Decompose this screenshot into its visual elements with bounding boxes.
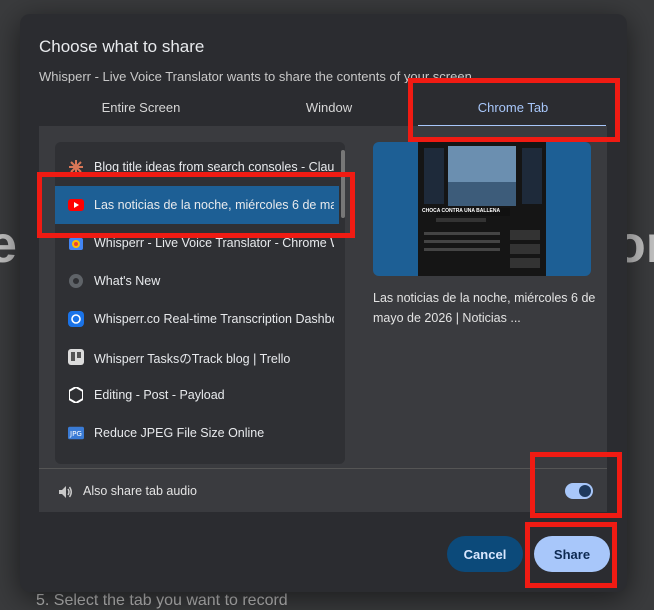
tab-chrome-tab[interactable]: Chrome Tab	[419, 100, 607, 124]
payload-icon	[68, 387, 84, 403]
dialog-subtitle: Whisperr - Live Voice Translator wants t…	[39, 69, 472, 83]
preview-caption: Las noticias de la noche, miércoles 6 de…	[373, 291, 596, 325]
list-scrollbar-thumb[interactable]	[341, 150, 345, 218]
audio-row: Also share tab audio	[39, 472, 607, 512]
list-item-label: Whisperr.co Real-time Transcription Dash…	[94, 312, 334, 326]
preview-thumbnail: CHOCA CONTRA UNA BALLENA	[418, 142, 546, 276]
chrome-icon	[68, 273, 84, 289]
svg-text:JPG: JPG	[69, 429, 82, 438]
list-item-label: Whisperr TasksのTrack blog | Trello	[94, 351, 291, 366]
list-item[interactable]: Whisperr TasksのTrack blog | Trello	[55, 338, 339, 376]
list-item[interactable]: Whisperr - Live Voice Translator - Chrom…	[55, 224, 339, 262]
audio-label: Also share tab audio	[83, 484, 197, 498]
dialog-title: Choose what to share	[39, 37, 205, 56]
background-heading-left: e	[0, 216, 17, 274]
list-item[interactable]: Whisperr.co Real-time Transcription Dash…	[55, 300, 339, 338]
list-item[interactable]: Blog title ideas from search consoles - …	[55, 148, 339, 186]
tab-window[interactable]: Window	[243, 100, 415, 124]
preview-banner: CHOCA CONTRA UNA BALLENA	[422, 208, 501, 214]
list-item-label: Las noticias de la noche, miércoles 6 de…	[94, 198, 334, 212]
share-dialog: Choose what to share Whisperr - Live Voi…	[20, 14, 627, 592]
list-item-label: Editing - Post - Payload	[94, 388, 225, 402]
speaker-icon	[57, 484, 73, 505]
chrome-web-store-icon	[68, 235, 84, 251]
claude-icon	[68, 159, 84, 175]
whisperr-icon	[68, 311, 84, 327]
toggle-knob	[579, 485, 591, 497]
list-item-label: Blog title ideas from search consoles - …	[94, 160, 334, 174]
cancel-button[interactable]: Cancel	[447, 536, 523, 572]
list-item-label: Reduce JPEG File Size Online	[94, 426, 265, 440]
source-tabs: Entire Screen Window Chrome Tab	[39, 100, 607, 124]
tab-entire-screen[interactable]: Entire Screen	[39, 100, 243, 124]
list-item-label: What's New	[94, 274, 161, 288]
list-item[interactable]: Editing - Post - Payload	[55, 376, 339, 414]
tab-list[interactable]: Blog title ideas from search consoles - …	[55, 142, 345, 464]
youtube-icon	[68, 197, 84, 213]
share-button[interactable]: Share	[534, 536, 610, 572]
list-item-label: Whisperr - Live Voice Translator - Chrom…	[94, 236, 334, 250]
jpeg-icon: JPG	[68, 425, 84, 441]
list-item[interactable]: What's New	[55, 262, 339, 300]
trello-icon	[68, 349, 84, 365]
audio-toggle[interactable]	[565, 483, 593, 499]
background-footer-text: 5. Select the tab you want to record	[36, 592, 288, 609]
list-item[interactable]: JPG Reduce JPEG File Size Online	[55, 414, 339, 452]
tab-picker-panel: Blog title ideas from search consoles - …	[39, 126, 607, 512]
list-item-selected[interactable]: Las noticias de la noche, miércoles 6 de…	[55, 186, 339, 224]
divider	[39, 468, 607, 469]
tab-preview: CHOCA CONTRA UNA BALLENA	[373, 142, 591, 276]
